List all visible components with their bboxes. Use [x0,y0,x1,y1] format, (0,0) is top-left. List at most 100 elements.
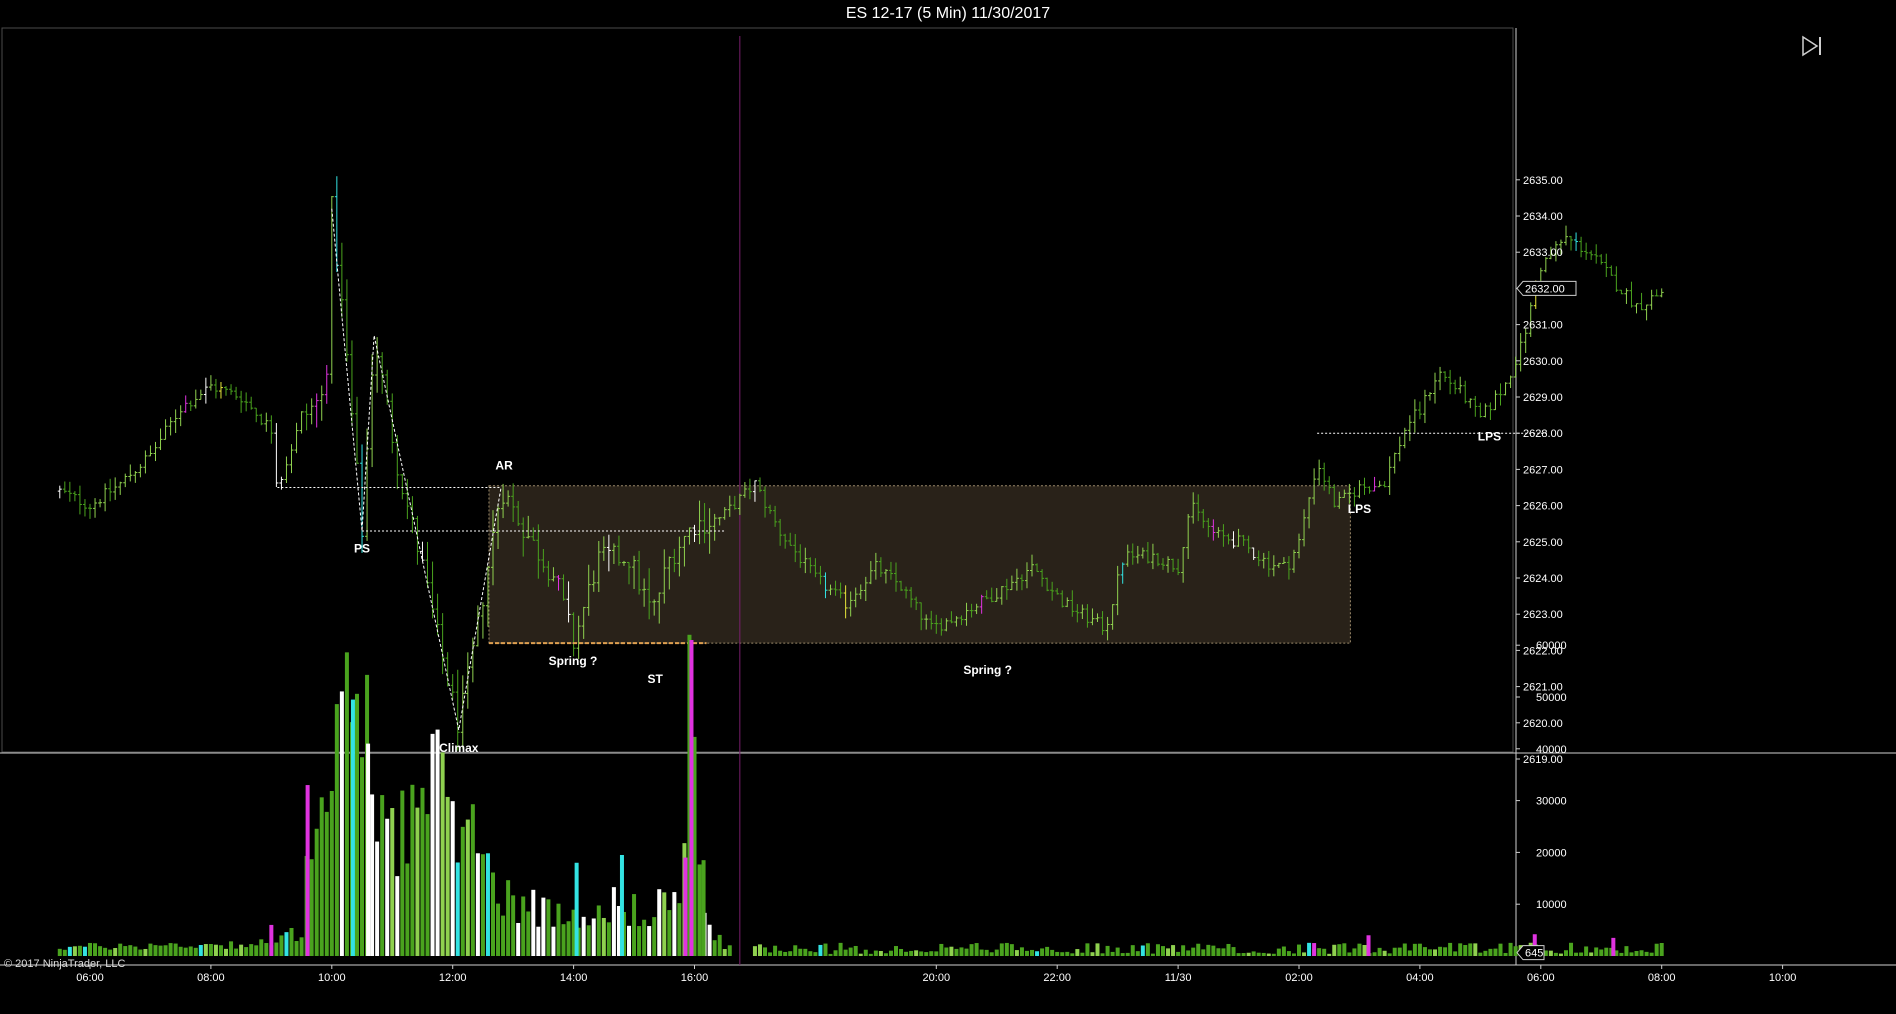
volume-bar [455,862,460,956]
volume-bar [1352,948,1357,956]
volume-bar [994,949,999,956]
volume-bar [1599,949,1604,956]
volume-bar [1342,943,1347,956]
time-tick-label: 06:00 [1527,972,1555,984]
volume-bar [1407,950,1412,956]
volume-bar [1463,945,1468,956]
volume-bar [924,952,929,956]
volume-bar [309,859,314,956]
volume-bar [450,801,455,956]
volume-bar [234,948,239,956]
volume-bar [722,949,727,956]
volume-bar [435,729,440,956]
volume-bar [701,860,706,956]
volume-bar [1397,947,1402,956]
volume-bar [244,947,249,956]
volume-bar [627,925,632,956]
price-tick-label: 2634.00 [1523,211,1563,223]
volume-bar [778,950,783,956]
volume-bar [1473,943,1478,956]
price-tick-label: 2626.00 [1523,501,1563,513]
volume-bar [793,945,798,956]
price-bar [1392,452,1397,474]
copyright-text: © 2017 NinjaTrader, LLC [4,958,125,970]
price-bar [1503,382,1508,396]
volume-bar [803,948,808,956]
price-bar [62,481,67,494]
volume-bar [1448,942,1453,956]
price-bar [93,498,98,518]
volume-bar [1035,951,1040,956]
chart-canvas[interactable]: ARPSClimaxSpring ?STSpring ?LPSLPS 2619.… [0,0,1896,1014]
price-bars-layer [57,176,1664,751]
volume-bar [1095,943,1100,956]
price-bar [1402,427,1407,449]
price-bar [1493,390,1498,411]
price-bar [67,481,72,502]
volume-bar [1443,947,1448,956]
volume-bar [93,943,98,956]
volume-bar [1483,950,1488,956]
volume-bar [375,841,380,956]
volume-bar [1246,952,1251,956]
volume-bar [1317,948,1322,956]
price-bar [1523,328,1528,354]
volume-bar [1594,947,1599,956]
volume-bar [138,949,143,956]
volume-bar [1458,943,1463,956]
time-tick-label: 14:00 [560,972,588,984]
volume-bar [1236,953,1241,956]
volume-bar [213,944,218,956]
volume-bar [1145,943,1150,956]
price-bar [113,477,118,500]
volume-bar [370,794,375,956]
volume-bar [1075,949,1080,956]
volume-bar [833,950,838,956]
volume-bar [521,896,526,956]
time-axis[interactable]: 06:00 08:00 10:00 12:00 14:00 16:00 20:00 22:00… [76,965,1796,984]
price-bar [1609,265,1614,276]
volume-bar [1332,944,1337,956]
volume-bar [1055,951,1060,956]
volume-bar [1060,952,1065,956]
volume-bar [1624,946,1629,956]
volume-bar [1251,951,1256,956]
volume-bar [1382,950,1387,956]
volume-tick-label: 30000 [1536,796,1567,808]
volume-bar [1271,953,1276,956]
volume-bar [964,948,969,956]
volume-bar [611,887,616,956]
price-bar [1594,244,1599,264]
price-bar [153,441,158,462]
volume-bar [208,944,213,956]
volume-bar [1019,947,1024,956]
volume-bar [1438,946,1443,956]
price-plot-border [1,27,1514,753]
price-bar [218,382,223,399]
volume-bar [380,795,385,956]
volume-bar [485,853,490,956]
price-bar [344,279,349,362]
price-bar [425,541,430,589]
price-bar [1463,380,1468,404]
volume-bar [561,924,566,956]
price-bar [1513,356,1518,378]
volume-bar [808,951,813,956]
price-bar [1397,436,1402,462]
volume-bar [148,943,153,956]
volume-bar [637,926,642,956]
price-bar [203,377,208,404]
price-bar [1619,289,1624,295]
volume-bar [1579,952,1584,956]
volume-bar [460,826,465,956]
volume-bar [727,945,732,956]
volume-bar [606,922,611,956]
volume-bar [969,944,974,956]
scroll-to-end-button[interactable] [1800,34,1824,58]
volume-bar [1569,942,1574,956]
trading-range-box [488,485,1351,644]
volume-bar [1433,949,1438,956]
volume-bar [1619,952,1624,956]
price-bar [254,407,259,423]
price-bar [1639,292,1644,311]
